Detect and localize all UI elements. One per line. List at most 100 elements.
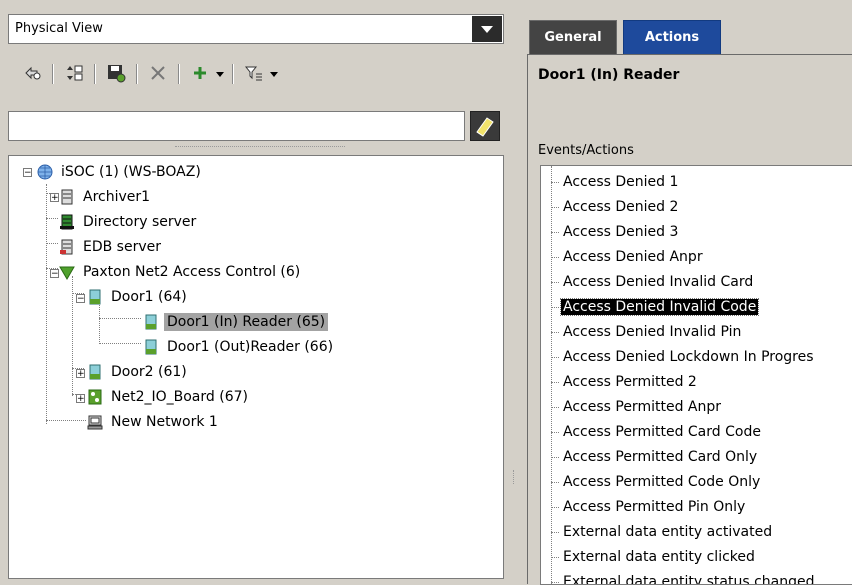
tree-line (551, 257, 559, 258)
event-item[interactable]: Access Denied Invalid Pin (561, 322, 743, 342)
event-item-label: Access Denied Anpr (563, 249, 703, 265)
navigate-icon[interactable] (20, 62, 44, 84)
tree-node-io-board[interactable]: Net2_IO_Board (67) (87, 387, 251, 407)
sort-icon[interactable] (62, 62, 86, 84)
tree-node-isoc[interactable]: iSOC (1) (WS-BOAZ) (37, 162, 204, 182)
directory-server-icon (59, 214, 75, 230)
event-item[interactable]: Access Permitted Code Only (561, 472, 762, 492)
event-item[interactable]: Access Permitted Anpr (561, 397, 723, 417)
event-item-label: Access Denied Lockdown In Progres (563, 349, 814, 365)
access-control-icon (59, 264, 75, 280)
tree-line (72, 276, 73, 396)
tree-node-door1-in-reader[interactable]: Door1 (In) Reader (65) (143, 312, 329, 332)
tree-node-paxton[interactable]: Paxton Net2 Access Control (6) (59, 262, 303, 282)
event-item-label: Access Denied Invalid Pin (563, 324, 742, 340)
tree-node-directory-server[interactable]: Directory server (59, 212, 199, 232)
event-item[interactable]: Access Permitted 2 (561, 372, 699, 392)
collapse-toggle[interactable]: − (23, 168, 32, 178)
door-icon (143, 314, 159, 330)
vertical-splitter[interactable] (513, 470, 518, 484)
event-item[interactable]: Access Denied Lockdown In Progres (561, 347, 816, 367)
tree-line (551, 182, 559, 183)
event-item-label: Access Permitted 2 (563, 374, 697, 390)
tree-line (551, 507, 559, 508)
tree-line (46, 243, 58, 244)
event-item[interactable]: Access Permitted Card Code (561, 422, 763, 442)
server-icon (59, 189, 75, 205)
event-item[interactable]: External data entity clicked (561, 547, 757, 567)
panel-title: Door1 (In) Reader (538, 67, 680, 83)
event-item[interactable]: Access Permitted Pin Only (561, 497, 747, 517)
tree-line (551, 232, 559, 233)
expand-toggle[interactable]: + (76, 394, 85, 404)
tree-line (551, 532, 559, 533)
tree-node-door2[interactable]: Door2 (61) (87, 362, 190, 382)
filter-icon[interactable] (242, 62, 266, 84)
tree-line (551, 457, 559, 458)
toolbar-separator (178, 64, 180, 84)
collapse-toggle[interactable]: − (76, 294, 85, 304)
tree-line (551, 382, 559, 383)
tree-node-door1[interactable]: Door1 (64) (87, 287, 190, 307)
toolbar-separator (232, 64, 234, 84)
tree-line (551, 332, 559, 333)
clear-search-button[interactable] (470, 111, 500, 141)
tree-line (551, 557, 559, 558)
collapse-toggle[interactable]: − (50, 269, 59, 279)
view-select[interactable]: Physical View (8, 14, 504, 44)
expand-toggle[interactable]: + (50, 193, 59, 203)
door-icon (87, 289, 103, 305)
tree-view[interactable]: − + − − + + iSOC (1) (WS-BOAZ) Archiver1… (8, 155, 504, 579)
tab-general[interactable]: General (529, 20, 617, 54)
toolbar-separator (94, 64, 96, 84)
tree-line (551, 482, 559, 483)
event-item[interactable]: Access Denied 3 (561, 222, 680, 242)
eraser-icon (476, 117, 494, 137)
event-item-label: External data entity status changed (563, 574, 815, 585)
tab-actions[interactable]: Actions (623, 20, 721, 54)
delete-icon[interactable] (146, 62, 170, 84)
event-item-label: External data entity clicked (563, 549, 755, 565)
add-dropdown-icon[interactable] (216, 72, 224, 77)
tree-line (551, 432, 559, 433)
tree-line (99, 302, 100, 344)
horizontal-splitter[interactable] (175, 146, 345, 151)
save-icon[interactable] (104, 62, 128, 84)
tree-line (46, 184, 47, 424)
toolbar (20, 60, 500, 88)
tree-line (551, 307, 559, 308)
tree-node-archiver[interactable]: Archiver1 (59, 187, 153, 207)
expand-toggle[interactable]: + (76, 369, 85, 379)
event-item[interactable]: Access Permitted Card Only (561, 447, 759, 467)
events-list[interactable]: Access Denied 1 Access Denied 2 Access Den… (540, 165, 852, 585)
event-item[interactable]: Access Denied Invalid Code (559, 297, 760, 317)
add-icon[interactable] (188, 62, 212, 84)
event-item-label: Access Denied Invalid Code (559, 298, 760, 316)
event-item[interactable]: Access Denied 1 (561, 172, 680, 192)
event-item[interactable]: External data entity activated (561, 522, 774, 542)
tree-line (99, 343, 141, 344)
tree-line (551, 582, 559, 583)
network-icon (87, 414, 103, 430)
chevron-down-icon[interactable] (472, 16, 502, 42)
event-item-label: Access Permitted Code Only (563, 474, 761, 490)
io-board-icon (87, 389, 103, 405)
view-select-value: Physical View (15, 21, 103, 36)
filter-dropdown-icon[interactable] (270, 72, 278, 77)
event-item[interactable]: Access Denied 2 (561, 197, 680, 217)
search-input[interactable] (8, 111, 465, 141)
globe-icon (37, 164, 53, 180)
tree-node-new-network[interactable]: New Network 1 (87, 412, 221, 432)
events-actions-label: Events/Actions (538, 143, 634, 158)
tree-line (99, 318, 141, 319)
event-item[interactable]: Access Denied Anpr (561, 247, 705, 267)
door-icon (87, 364, 103, 380)
tree-node-door1-out-reader[interactable]: Door1 (Out)Reader (66) (143, 337, 336, 357)
tree-node-edb-server[interactable]: EDB server (59, 237, 164, 257)
event-item-label: Access Denied 2 (563, 199, 679, 215)
toolbar-separator (136, 64, 138, 84)
door-icon (143, 339, 159, 355)
tree-line (551, 166, 552, 584)
event-item[interactable]: Access Denied Invalid Card (561, 272, 755, 292)
event-item-label: Access Permitted Card Code (563, 424, 761, 440)
